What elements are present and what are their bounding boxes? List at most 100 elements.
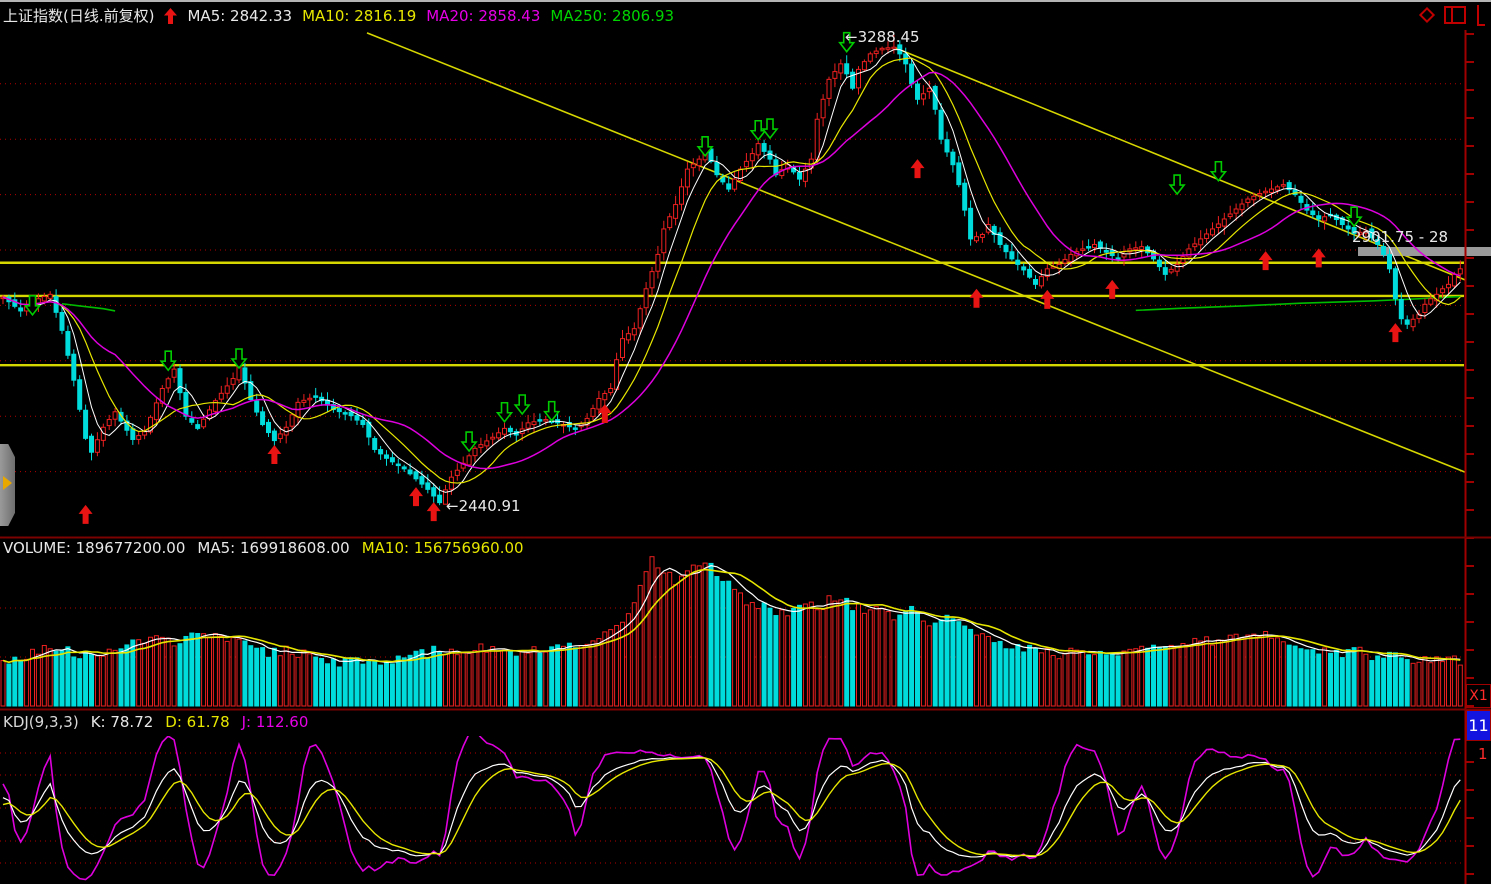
volume-bar bbox=[479, 644, 483, 706]
right-axis bbox=[1466, 30, 1475, 884]
candle-body bbox=[833, 72, 837, 79]
series-line bbox=[3, 758, 1460, 856]
volume-bar bbox=[809, 602, 813, 706]
candle-body bbox=[308, 398, 312, 400]
volume-bar bbox=[449, 649, 453, 706]
candle-body bbox=[1039, 277, 1043, 286]
candles-layer[interactable] bbox=[1, 35, 1462, 505]
sell-arrow-icon bbox=[515, 395, 529, 414]
ma20-label: MA20: 2858.43 bbox=[426, 7, 540, 25]
buy-arrow-icon bbox=[409, 487, 423, 506]
volume-bar bbox=[72, 657, 76, 706]
volume-bar bbox=[715, 577, 719, 706]
candle-body bbox=[414, 472, 418, 479]
candle-body bbox=[921, 94, 925, 99]
horizontal-support-lines bbox=[0, 263, 1464, 365]
candle-body bbox=[839, 64, 843, 73]
volume-bar bbox=[302, 650, 306, 706]
candle-body bbox=[1028, 269, 1032, 277]
volume-bar bbox=[833, 601, 837, 706]
candle-body bbox=[1134, 248, 1138, 250]
volume-bar bbox=[1004, 649, 1008, 706]
volume-bar bbox=[1305, 650, 1309, 706]
buy-arrow-icon bbox=[79, 505, 93, 524]
volume-bar bbox=[1352, 648, 1356, 706]
volume-bar bbox=[1340, 658, 1344, 706]
candle-body bbox=[261, 412, 265, 425]
sell-arrow-icon bbox=[763, 119, 777, 138]
volume-bar bbox=[491, 647, 495, 706]
volume-bar bbox=[520, 651, 524, 706]
candle-body bbox=[154, 403, 158, 420]
volume-bar bbox=[532, 647, 536, 706]
volume-bar bbox=[337, 667, 341, 706]
buy-arrow-icon bbox=[1040, 290, 1054, 309]
volume-bar bbox=[1022, 652, 1026, 706]
candle-body bbox=[868, 54, 872, 61]
candle-body bbox=[980, 234, 984, 237]
candle-body bbox=[267, 422, 271, 432]
candle-body bbox=[827, 79, 831, 98]
chart-canvas[interactable] bbox=[0, 0, 1491, 884]
candle-body bbox=[1199, 239, 1203, 245]
volume-bar bbox=[1441, 662, 1445, 706]
volume-bar bbox=[1028, 645, 1032, 706]
volume-bar bbox=[349, 658, 353, 706]
volume-bar bbox=[1270, 638, 1274, 706]
candle-body bbox=[1010, 252, 1014, 259]
volume-bar bbox=[709, 563, 713, 706]
candle-body bbox=[1258, 193, 1262, 195]
volume-bar bbox=[851, 611, 855, 706]
volume-bar bbox=[160, 637, 164, 706]
candle-body bbox=[603, 393, 607, 399]
volume-bars[interactable] bbox=[1, 557, 1462, 706]
volume-bar bbox=[225, 641, 229, 706]
volume-bar bbox=[514, 656, 518, 706]
candle-body bbox=[219, 393, 223, 399]
volume-bar bbox=[1364, 654, 1368, 706]
candle-body bbox=[1163, 268, 1167, 275]
volume-bar bbox=[143, 643, 147, 706]
volume-bar bbox=[426, 658, 430, 706]
candle-body bbox=[343, 413, 347, 415]
volume-bar bbox=[1075, 650, 1079, 706]
candle-body bbox=[1317, 216, 1321, 219]
candle-body bbox=[662, 229, 666, 253]
volume-bar bbox=[1216, 640, 1220, 706]
candle-body bbox=[1447, 284, 1451, 287]
volume-bar bbox=[1110, 653, 1114, 706]
ma5-label: MA5: 2842.33 bbox=[187, 7, 292, 25]
candle-body bbox=[1116, 258, 1120, 260]
candle-body bbox=[290, 415, 294, 426]
side-bracket-icon[interactable] bbox=[1475, 5, 1485, 27]
volume-bar bbox=[1293, 646, 1297, 706]
volume-bar bbox=[1452, 656, 1456, 706]
candle-body bbox=[733, 179, 737, 189]
candle-body bbox=[632, 329, 636, 335]
volume-bar bbox=[703, 563, 707, 706]
volume-bar bbox=[1057, 659, 1061, 706]
candle-body bbox=[621, 339, 625, 358]
candle-body bbox=[1022, 267, 1026, 270]
candle-body bbox=[656, 254, 660, 271]
volume-bar bbox=[1429, 663, 1433, 706]
candle-body bbox=[1140, 247, 1144, 250]
candle-body bbox=[1393, 269, 1397, 299]
volume-bar bbox=[243, 641, 247, 706]
volume-bar bbox=[857, 604, 861, 706]
volume-bar bbox=[768, 608, 772, 706]
panel-expander-tab[interactable] bbox=[0, 444, 15, 526]
sell-arrow-icon bbox=[1170, 175, 1184, 194]
candle-body bbox=[939, 110, 943, 139]
candle-body bbox=[626, 334, 630, 340]
volume-bar bbox=[621, 622, 625, 706]
kdj-value-box: 11 bbox=[1466, 710, 1491, 741]
candle-body bbox=[455, 470, 459, 475]
volume-bar bbox=[1281, 642, 1285, 706]
candle-body bbox=[815, 119, 819, 159]
candle-body bbox=[1181, 257, 1185, 263]
ma250-line bbox=[62, 297, 1460, 311]
diamond-icon[interactable] bbox=[1417, 5, 1437, 25]
split-window-icon[interactable] bbox=[1444, 5, 1468, 25]
price-ma-lines bbox=[3, 50, 1460, 493]
